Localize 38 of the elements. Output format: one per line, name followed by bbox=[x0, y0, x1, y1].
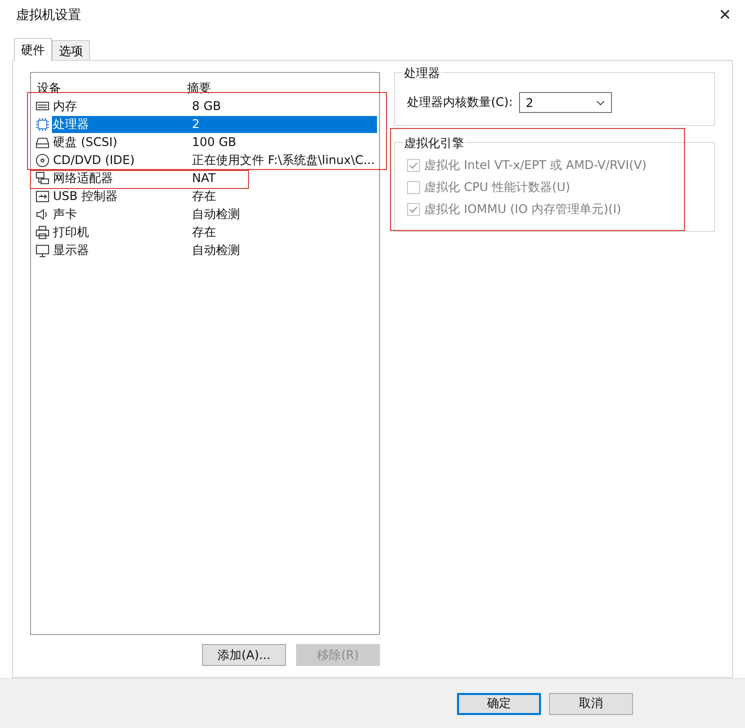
device-name[interactable]: CD/DVD (IDE) bbox=[52, 152, 192, 168]
chevron-icon bbox=[596, 100, 605, 106]
dialog-button[interactable]: 取消 bbox=[549, 692, 633, 714]
device-name[interactable]: 声卡 bbox=[52, 206, 192, 222]
field-label: 处理器内核数量(C): bbox=[407, 94, 513, 111]
device-summary: 100 GB bbox=[192, 134, 238, 150]
checkbox-label: 虚拟化 Intel VT-x/EPT 或 AMD-V/RVI(V) bbox=[424, 156, 647, 174]
device-name[interactable]: 打印机 bbox=[52, 224, 192, 240]
display-icon bbox=[35, 242, 50, 258]
device-name[interactable]: 网络适配器 bbox=[52, 170, 192, 186]
checkbox-label: 虚拟化 CPU 性能计数器(U) bbox=[424, 178, 570, 196]
close-button[interactable]: × bbox=[705, 0, 745, 30]
device-name[interactable]: USB 控制器 bbox=[52, 188, 192, 204]
printer-icon bbox=[35, 224, 50, 240]
device-name[interactable]: 内存 bbox=[52, 98, 192, 114]
usb-icon bbox=[35, 188, 50, 204]
tab[interactable]: 硬件 bbox=[14, 38, 52, 61]
group-title: 虚拟化引擎 bbox=[403, 135, 465, 152]
device-name[interactable]: 显示器 bbox=[52, 242, 192, 258]
device-summary: 存在 bbox=[192, 224, 217, 240]
cores-dropdown[interactable]: 2 bbox=[518, 92, 612, 113]
device-summary: 2 bbox=[192, 116, 377, 132]
device-summary: 存在 bbox=[192, 188, 217, 204]
device-summary: 正在使用文件 F:\系统盘\linux\C... bbox=[192, 152, 376, 168]
cd-icon bbox=[35, 152, 50, 168]
dialog-button[interactable]: 确定 bbox=[457, 692, 541, 714]
list-button[interactable]: 添加(A)... bbox=[202, 644, 286, 666]
device-summary: 自动检测 bbox=[192, 242, 241, 258]
checkbox-label: 虚拟化 IOMMU (IO 内存管理单元)(I) bbox=[424, 200, 622, 218]
tab[interactable]: 选项 bbox=[52, 40, 90, 60]
window-title: 虚拟机设置 bbox=[16, 7, 81, 24]
network-icon bbox=[35, 170, 50, 186]
device-summary: 自动检测 bbox=[192, 206, 241, 222]
device-summary: NAT bbox=[192, 170, 217, 186]
device-summary: 8 GB bbox=[192, 98, 222, 114]
device-name[interactable]: 处理器 bbox=[52, 116, 192, 132]
cpu-icon bbox=[35, 116, 50, 132]
device-name[interactable]: 硬盘 (SCSI) bbox=[52, 134, 192, 150]
